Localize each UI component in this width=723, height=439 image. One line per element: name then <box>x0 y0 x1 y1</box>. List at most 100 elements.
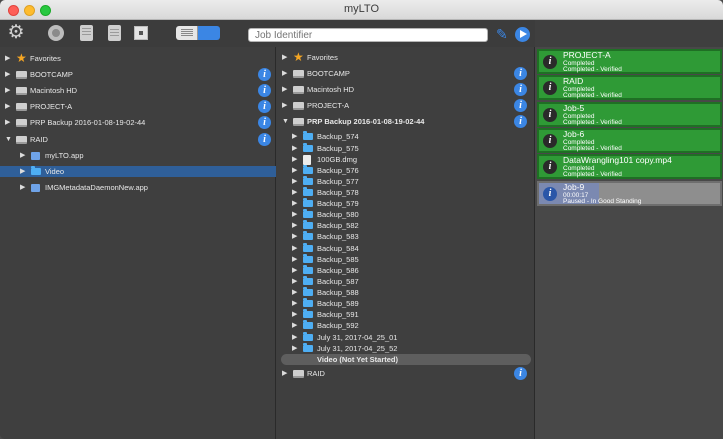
tree-row[interactable]: ▶ BOOTCAMP i <box>0 68 276 82</box>
job-card[interactable]: i DataWrangling101 copy.mp4 Completed Compl… <box>537 154 722 180</box>
info-icon[interactable]: i <box>258 100 271 114</box>
disclosure-collapsed-icon[interactable]: ▶ <box>20 182 26 193</box>
disclosure-collapsed-icon[interactable]: ▶ <box>292 187 298 198</box>
tree-row[interactable]: ▶ Video <box>0 165 276 177</box>
tree-row[interactable]: ▼ PRP Backup 2016-01-08-19-02-44 i <box>277 115 535 129</box>
tree-row[interactable]: ▼ RAID i <box>0 132 276 146</box>
disclosure-collapsed-icon[interactable]: ▶ <box>292 198 298 209</box>
disclosure-collapsed-icon[interactable]: ▶ <box>292 320 298 331</box>
tree-row[interactable]: ▶ Backup_577 <box>277 175 535 187</box>
tree-row[interactable]: ▶ Backup_589 <box>277 298 535 309</box>
tree-row[interactable]: ▶ July 31, 2017-04_25_01 <box>277 331 535 343</box>
tree-row[interactable]: ▶ PRP Backup 2016-01-08-19-02-44 i <box>0 116 276 130</box>
info-icon[interactable]: i <box>543 81 557 96</box>
info-icon[interactable]: i <box>543 133 557 148</box>
tree-row[interactable]: ▶ Backup_579 <box>277 198 535 209</box>
info-icon[interactable]: i <box>514 366 527 380</box>
info-icon[interactable]: i <box>543 107 557 122</box>
tree-row[interactable]: ▶ Backup_586 <box>277 264 535 276</box>
calendar-icon[interactable] <box>108 25 121 41</box>
info-icon[interactable]: i <box>258 132 271 146</box>
box-icon[interactable] <box>134 26 148 40</box>
info-icon[interactable]: i <box>514 67 527 81</box>
tree-row[interactable]: ▶ Backup_580 <box>277 209 535 220</box>
tree-row[interactable]: ▶ IMGMetadataDaemonNew.app <box>0 182 276 193</box>
disclosure-expanded-icon[interactable]: ▼ <box>5 134 12 145</box>
tree-row[interactable]: Video (Not Yet Started) <box>277 354 535 365</box>
info-icon[interactable]: i <box>543 160 557 175</box>
disclosure-collapsed-icon[interactable]: ▶ <box>282 84 288 95</box>
info-icon[interactable]: i <box>258 116 271 130</box>
tree-row[interactable]: ▶ Backup_587 <box>277 275 535 287</box>
disclosure-collapsed-icon[interactable]: ▶ <box>5 53 11 64</box>
disclosure-collapsed-icon[interactable]: ▶ <box>292 220 298 231</box>
tree-row[interactable]: ▶ Backup_591 <box>277 309 535 320</box>
job-card[interactable]: i Job-5 Completed Completed - Verified <box>537 101 722 127</box>
disclosure-collapsed-icon[interactable]: ▶ <box>292 265 298 276</box>
tree-row[interactable]: ▶ Backup_574 <box>277 131 535 142</box>
tree-row[interactable]: ▶ Backup_575 <box>277 142 535 154</box>
tree-row[interactable]: ▶ Backup_576 <box>277 164 535 176</box>
disclosure-collapsed-icon[interactable]: ▶ <box>282 68 288 79</box>
disclosure-collapsed-icon[interactable]: ▶ <box>292 243 298 254</box>
pencil-icon[interactable]: ✎ <box>496 26 512 42</box>
disclosure-collapsed-icon[interactable]: ▶ <box>292 309 298 320</box>
tree-row[interactable]: ▶ PROJECT-A i <box>0 100 276 114</box>
tree-row[interactable]: ▶ Backup_592 <box>277 320 535 331</box>
disclosure-collapsed-icon[interactable]: ▶ <box>282 100 288 111</box>
info-icon[interactable]: i <box>514 83 527 97</box>
disclosure-collapsed-icon[interactable]: ▶ <box>292 298 298 309</box>
info-icon[interactable]: i <box>258 68 271 82</box>
job-card[interactable]: i Job-6 Completed Completed - Verified <box>537 127 722 153</box>
info-icon[interactable]: i <box>543 55 557 69</box>
tree-row[interactable]: ▶ Backup_578 <box>277 187 535 198</box>
tree-row[interactable]: ▶ July 31, 2017-04_25_52 <box>277 342 535 354</box>
job-card[interactable]: i RAID Completed Completed - Verified <box>537 75 722 101</box>
disclosure-collapsed-icon[interactable]: ▶ <box>292 143 298 154</box>
segment-selected[interactable] <box>198 26 220 40</box>
tree-row[interactable]: ▶ 100GB.dmg <box>277 154 535 165</box>
tree-row[interactable]: ▶ ★ Favorites <box>0 52 276 64</box>
disclosure-collapsed-icon[interactable]: ▶ <box>282 368 288 379</box>
info-icon[interactable]: i <box>543 186 557 201</box>
disclosure-collapsed-icon[interactable]: ▶ <box>292 332 298 343</box>
tree-row[interactable]: ▶ myLTO.app <box>0 150 276 161</box>
segment-list-view[interactable] <box>176 26 198 40</box>
disclosure-collapsed-icon[interactable]: ▶ <box>20 150 26 161</box>
tree-row[interactable]: ▶ Backup_584 <box>277 242 535 254</box>
tree-row[interactable]: ▶ Backup_588 <box>277 287 535 298</box>
play-icon[interactable] <box>515 27 530 42</box>
tree-row[interactable]: ▶ Backup_582 <box>277 220 535 231</box>
disclosure-collapsed-icon[interactable]: ▶ <box>292 209 298 220</box>
disclosure-expanded-icon[interactable]: ▼ <box>282 116 289 127</box>
disclosure-collapsed-icon[interactable]: ▶ <box>5 69 11 80</box>
disclosure-collapsed-icon[interactable]: ▶ <box>292 254 298 265</box>
disclosure-collapsed-icon[interactable]: ▶ <box>282 52 288 63</box>
tree-row[interactable]: ▶ Macintosh HD i <box>277 83 535 97</box>
disclosure-collapsed-icon[interactable]: ▶ <box>292 165 298 176</box>
info-icon[interactable]: i <box>514 99 527 113</box>
tree-row[interactable]: ▶ BOOTCAMP i <box>277 67 535 81</box>
disclosure-collapsed-icon[interactable]: ▶ <box>20 166 26 177</box>
document-icon[interactable] <box>80 25 93 41</box>
info-icon[interactable]: i <box>514 115 527 129</box>
disclosure-collapsed-icon[interactable]: ▶ <box>292 154 298 165</box>
tree-row[interactable]: ▶ Macintosh HD i <box>0 84 276 98</box>
disclosure-collapsed-icon[interactable]: ▶ <box>292 343 298 354</box>
info-icon[interactable]: i <box>258 84 271 98</box>
job-card[interactable]: i Job-9 00:00:17 Paused - In Good Standing <box>537 180 722 206</box>
disclosure-collapsed-icon[interactable]: ▶ <box>5 101 11 112</box>
disclosure-collapsed-icon[interactable]: ▶ <box>292 287 298 298</box>
job-identifier-input[interactable] <box>248 28 488 42</box>
disclosure-collapsed-icon[interactable]: ▶ <box>5 85 11 96</box>
disclosure-collapsed-icon[interactable]: ▶ <box>292 131 298 142</box>
gear-icon[interactable]: ⚙ <box>6 23 26 42</box>
tree-row[interactable]: ▶ PROJECT-A i <box>277 99 535 113</box>
disclosure-collapsed-icon[interactable]: ▶ <box>292 231 298 242</box>
disclosure-collapsed-icon[interactable]: ▶ <box>5 117 11 128</box>
tree-row[interactable]: ▶ ★ Favorites <box>277 51 535 63</box>
disclosure-collapsed-icon[interactable]: ▶ <box>292 276 298 287</box>
circle-icon[interactable] <box>48 25 64 41</box>
job-card[interactable]: i PROJECT-A Completed Completed - Verified <box>537 49 722 74</box>
view-segmented-control[interactable] <box>176 26 220 40</box>
